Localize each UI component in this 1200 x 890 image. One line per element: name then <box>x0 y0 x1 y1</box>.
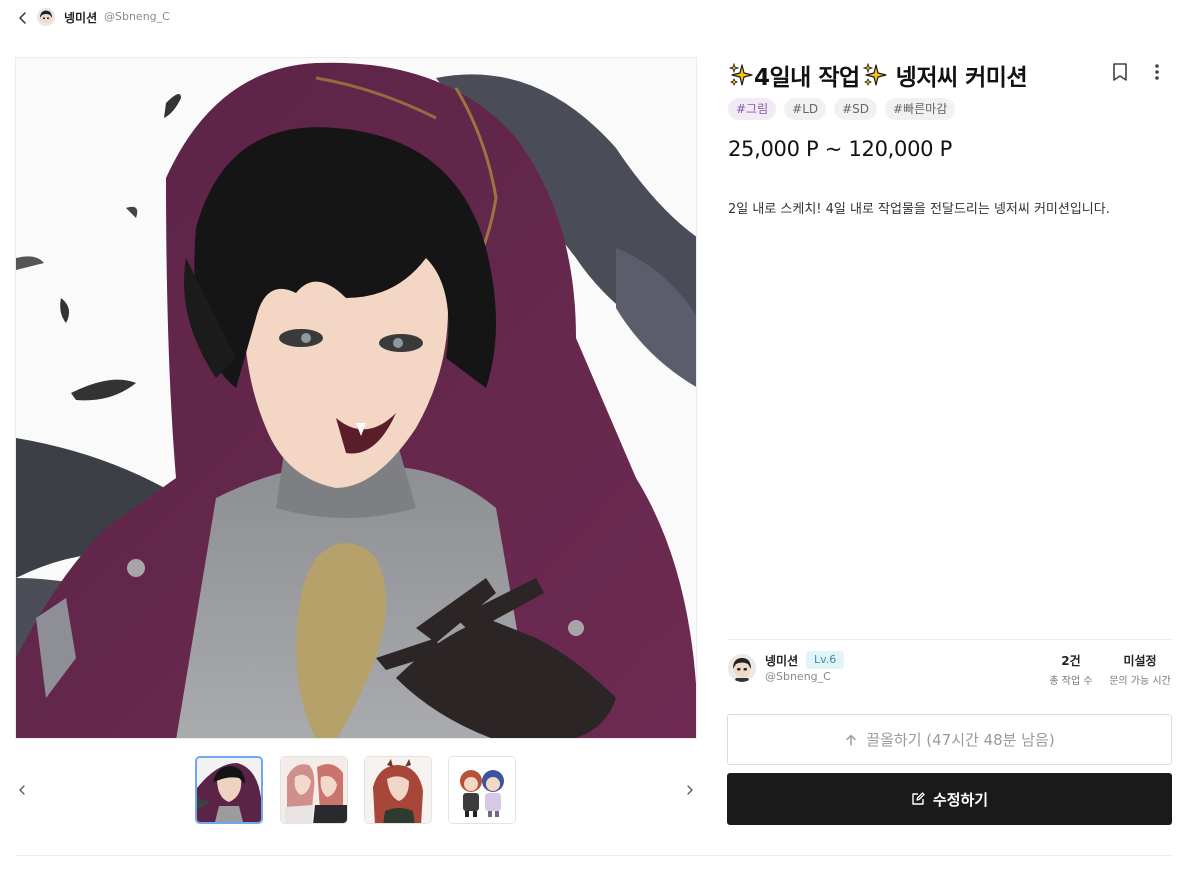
seller-handle: @Sbneng_C <box>104 10 170 23</box>
edit-icon <box>912 792 925 805</box>
avatar[interactable] <box>37 8 55 26</box>
level-badge: Lv.6 <box>806 651 845 669</box>
author-handle: @Sbneng_C <box>765 670 831 683</box>
divider <box>728 639 1172 640</box>
main-artwork-image[interactable] <box>15 57 697 739</box>
thumbnail-1[interactable] <box>195 756 263 824</box>
tag-item[interactable]: #그림 <box>728 98 777 120</box>
tag-item[interactable]: #빠른마감 <box>885 98 956 120</box>
tag-list: #그림 #LD #SD #빠른마감 <box>728 98 956 120</box>
stat-value: 2건 <box>1061 654 1081 668</box>
tag-item[interactable]: #SD <box>834 98 878 120</box>
top-bar: 넹미션 @Sbneng_C <box>0 0 1200 36</box>
tag-item[interactable]: #LD <box>784 98 827 120</box>
carousel-next-button[interactable] <box>683 782 697 798</box>
chevron-right-icon <box>687 785 693 795</box>
stat-label: 총 작업 수 <box>1049 676 1093 687</box>
sparkles-icon <box>862 62 887 86</box>
thumbnail-2[interactable] <box>280 756 348 824</box>
more-options-button[interactable] <box>1148 61 1166 83</box>
author-name[interactable]: 넹미션 <box>765 652 798 669</box>
chevron-left-icon <box>19 12 26 24</box>
price-range: 25,000 P ~ 120,000 P <box>728 137 952 161</box>
product-title: 4일내 작업 넹저씨 커미션 <box>728 58 1028 92</box>
product-description: 2일 내로 스케치! 4일 내로 작업물을 전달드리는 넹저씨 커미션입니다. <box>728 202 1110 217</box>
stat-inquiry-hours: 미설정 문의 가능 시간 <box>1106 652 1174 687</box>
edit-button[interactable]: 수정하기 <box>727 773 1172 825</box>
edit-button-label: 수정하기 <box>932 790 989 809</box>
carousel-prev-button[interactable] <box>15 782 29 798</box>
more-vertical-icon <box>1155 64 1159 80</box>
sparkles-icon <box>728 62 753 86</box>
stat-label: 문의 가능 시간 <box>1109 676 1171 687</box>
bookmark-icon <box>1113 63 1127 81</box>
author-avatar[interactable] <box>728 654 756 682</box>
bump-button[interactable]: 끌올하기 (47시간 48분 남음) <box>727 714 1172 765</box>
bookmark-button[interactable] <box>1110 61 1130 83</box>
divider <box>15 855 1172 856</box>
arrow-up-icon <box>846 734 856 746</box>
thumbnail-4[interactable] <box>448 756 516 824</box>
title-suffix: 넹저씨 커미션 <box>895 65 1028 91</box>
title-text: 4일내 작업 <box>754 65 860 91</box>
stat-value: 미설정 <box>1123 654 1157 668</box>
thumbnail-3[interactable] <box>364 756 432 824</box>
chevron-left-icon <box>19 785 25 795</box>
back-button[interactable] <box>14 9 32 27</box>
stat-total-works: 2건 총 작업 수 <box>1046 652 1096 687</box>
seller-name[interactable]: 넹미션 <box>64 9 97 26</box>
bump-button-label: 끌올하기 (47시간 48분 남음) <box>866 731 1055 749</box>
